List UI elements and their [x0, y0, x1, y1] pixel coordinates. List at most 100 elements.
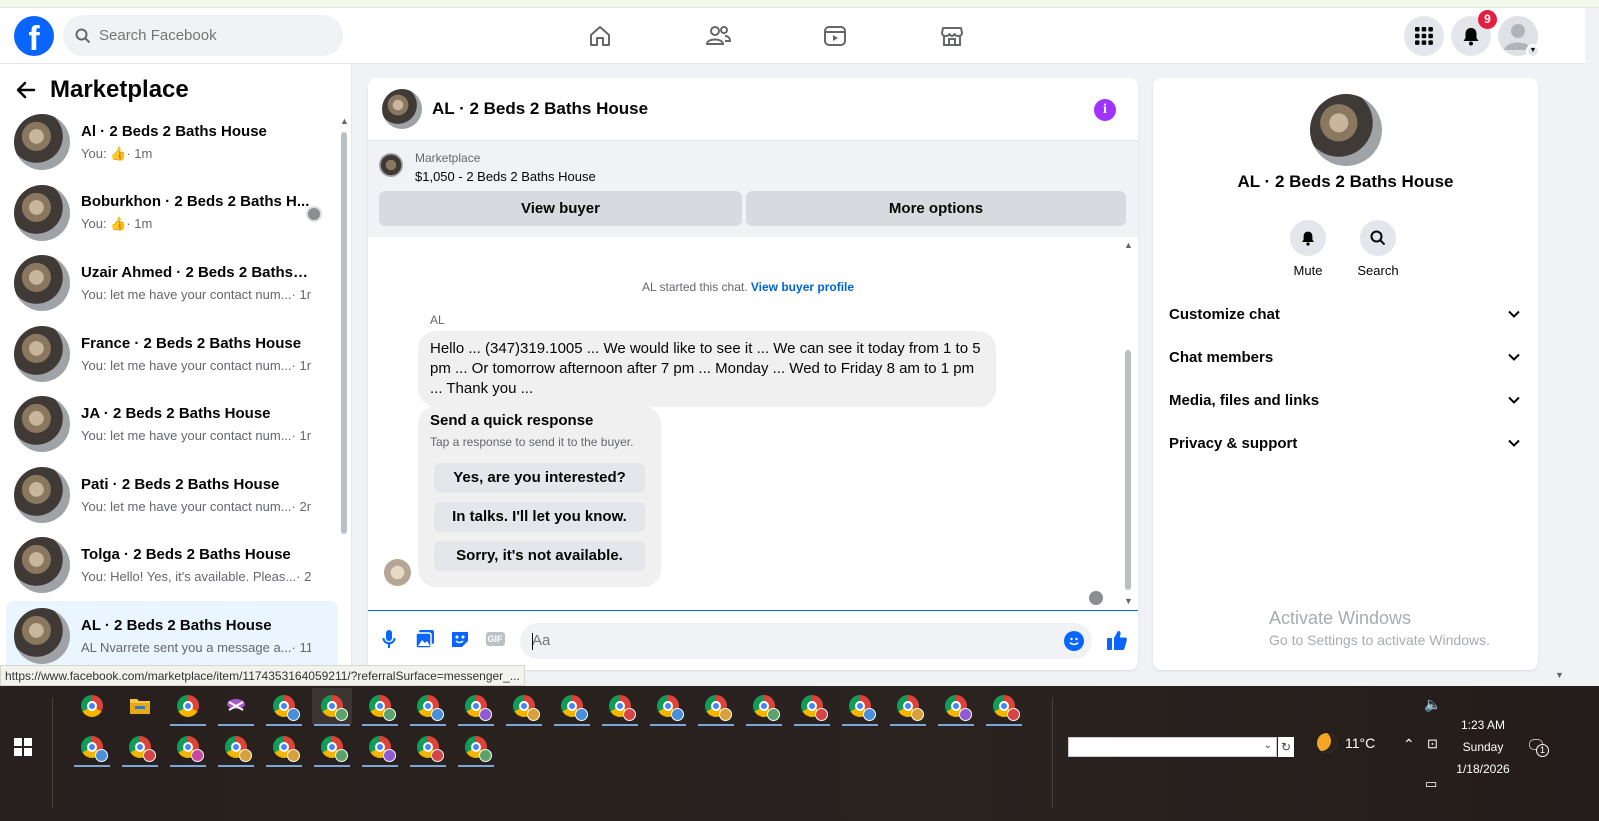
- chrome-app-icon[interactable]: [72, 688, 112, 724]
- listing-price-title[interactable]: $1,050 - 2 Beds 2 Baths House: [415, 169, 596, 184]
- accordion-chat-members[interactable]: Chat members: [1169, 342, 1521, 372]
- chrome-profile-icon[interactable]: [792, 688, 832, 726]
- chrome-profile-icon[interactable]: [888, 688, 928, 726]
- chrome-app-icon[interactable]: [168, 688, 208, 726]
- chrome-profile-icon[interactable]: [456, 688, 496, 726]
- monitor-icon[interactable]: ▭: [1425, 776, 1437, 792]
- back-arrow-icon[interactable]: [16, 80, 36, 100]
- quick-response-option[interactable]: Yes, are you interested?: [434, 463, 645, 493]
- conversation-item[interactable]: Boburkhon · 2 Beds 2 Baths H... You: 👍· …: [6, 178, 338, 249]
- chrome-profile-icon[interactable]: [408, 688, 448, 726]
- windows-start-icon[interactable]: [14, 738, 32, 756]
- taskbar-address-box[interactable]: ⌄: [1068, 737, 1277, 757]
- chrome-profile-icon[interactable]: [744, 688, 784, 726]
- chrome-profile-icon[interactable]: [264, 688, 304, 726]
- chrome-profile-icon[interactable]: [648, 688, 688, 726]
- chrome-profile-icon[interactable]: [360, 688, 400, 726]
- more-options-button[interactable]: More options: [746, 191, 1126, 226]
- friends-icon[interactable]: [700, 18, 736, 54]
- chrome-profile-icon[interactable]: [72, 729, 112, 767]
- marketplace-icon[interactable]: [934, 18, 970, 54]
- notification-center-icon[interactable]: 🗨1: [1526, 736, 1549, 757]
- search-box[interactable]: [63, 15, 343, 56]
- listing-thumbnail[interactable]: [379, 153, 403, 177]
- video-icon[interactable]: [817, 18, 853, 54]
- quick-response-option[interactable]: Sorry, it's not available.: [434, 541, 645, 571]
- chrome-profile-icon[interactable]: [168, 729, 208, 767]
- message-input-box[interactable]: [520, 623, 1092, 659]
- chrome-profile-icon-active[interactable]: [312, 688, 352, 726]
- accordion-privacy-support[interactable]: Privacy & support: [1169, 428, 1521, 458]
- facebook-logo[interactable]: f: [14, 16, 54, 56]
- chrome-profile-icon[interactable]: [408, 729, 448, 767]
- conversation-item[interactable]: JA · 2 Beds 2 Baths House You: let me ha…: [6, 389, 338, 460]
- chrome-profile-icon[interactable]: [456, 729, 496, 767]
- microphone-icon[interactable]: [378, 628, 400, 650]
- emoji-icon[interactable]: [1064, 631, 1084, 651]
- accordion-customize-chat[interactable]: Customize chat: [1169, 299, 1521, 329]
- file-explorer-icon[interactable]: [120, 688, 160, 724]
- marketplace-listing-banner: Marketplace $1,050 - 2 Beds 2 Baths Hous…: [368, 141, 1138, 237]
- chevron-down-icon: [1508, 396, 1520, 404]
- conversation-item[interactable]: France · 2 Beds 2 Baths House You: let m…: [6, 319, 338, 390]
- accordion-media-files-links[interactable]: Media, files and links: [1169, 385, 1521, 415]
- listing-thumbnail: [14, 537, 70, 594]
- conversation-item-active[interactable]: AL · 2 Beds 2 Baths House AL Nvarrete se…: [6, 600, 338, 671]
- chrome-profile-icon[interactable]: [312, 729, 352, 767]
- snipping-tool-icon[interactable]: [216, 688, 256, 726]
- thumbs-up-icon[interactable]: [1105, 628, 1129, 652]
- network-icon[interactable]: ⊡: [1427, 736, 1438, 752]
- conversation-item[interactable]: Uzair Ahmed · 2 Beds 2 Baths H... You: l…: [6, 248, 338, 319]
- chrome-profile-icon[interactable]: [264, 729, 304, 767]
- chrome-profile-icon[interactable]: [840, 688, 880, 726]
- conversation-item[interactable]: Pati · 2 Beds 2 Baths House You: let me …: [6, 460, 338, 531]
- search-conversation-button[interactable]: Search: [1343, 220, 1413, 278]
- conversation-time: · 1m: [291, 287, 311, 303]
- weather-widget[interactable]: 11°C: [1317, 733, 1375, 753]
- search-input[interactable]: [99, 27, 319, 44]
- chat-scrollbar[interactable]: [1125, 350, 1131, 590]
- scroll-up-arrow-icon[interactable]: ▲: [340, 116, 349, 126]
- chrome-profile-icon[interactable]: [360, 729, 400, 767]
- menu-grid-icon[interactable]: [1404, 16, 1444, 56]
- system-clock[interactable]: 1:23 AM Sunday 1/18/2026: [1440, 714, 1526, 780]
- home-icon[interactable]: [582, 18, 618, 54]
- conversation-item[interactable]: Al · 2 Beds 2 Baths House You: 👍· 1m: [6, 107, 338, 178]
- speaker-icon[interactable]: 🔈: [1424, 696, 1441, 713]
- chrome-profile-icon[interactable]: [984, 688, 1024, 726]
- chat-avatar-large[interactable]: [1310, 94, 1382, 166]
- chrome-profile-icon[interactable]: [696, 688, 736, 726]
- temperature: 11°C: [1345, 735, 1376, 751]
- refresh-icon[interactable]: ↻: [1278, 737, 1294, 757]
- view-buyer-profile-link[interactable]: View buyer profile: [751, 280, 854, 294]
- notifications-button[interactable]: 9: [1451, 10, 1497, 56]
- scroll-up-arrow-icon[interactable]: ▲: [1124, 240, 1133, 250]
- taskbar-divider: [1052, 698, 1053, 808]
- chrome-profile-icon[interactable]: [936, 688, 976, 726]
- windows-taskbar: ⌄ ↻ 11°C 🔈 ⌃ ⊡ ▭ 1:23 AM Sunday 1/18/202…: [0, 686, 1599, 821]
- scroll-down-arrow-icon[interactable]: ▼: [1555, 670, 1564, 680]
- info-icon[interactable]: i: [1094, 99, 1116, 121]
- chat-avatar[interactable]: [382, 89, 422, 129]
- photo-icon[interactable]: [414, 628, 436, 650]
- conversation-item[interactable]: Tolga · 2 Beds 2 Baths House You: Hello!…: [6, 530, 338, 601]
- chrome-profile-icon[interactable]: [552, 688, 592, 726]
- chevron-down-icon: [1508, 310, 1520, 318]
- chrome-profile-icon[interactable]: [504, 688, 544, 726]
- chrome-profile-icon[interactable]: [120, 729, 160, 767]
- chrome-profile-icon[interactable]: [216, 729, 256, 767]
- chevron-up-icon[interactable]: ⌃: [1403, 736, 1415, 753]
- chat-title[interactable]: AL · 2 Beds 2 Baths House: [432, 99, 648, 119]
- sidebar-scrollbar[interactable]: [341, 132, 347, 534]
- view-buyer-button[interactable]: View buyer: [379, 191, 742, 226]
- conversation-list: Al · 2 Beds 2 Baths House You: 👍· 1m Bob…: [6, 107, 338, 671]
- sticker-icon[interactable]: [449, 628, 471, 650]
- chrome-profile-icon[interactable]: [600, 688, 640, 726]
- gif-icon[interactable]: GIF: [484, 628, 506, 650]
- message-input[interactable]: [532, 632, 1012, 649]
- conversation-preview: You: let me have your contact num...: [81, 428, 292, 444]
- account-avatar[interactable]: ▼: [1498, 16, 1540, 58]
- mute-button[interactable]: Mute: [1273, 220, 1343, 278]
- quick-response-option[interactable]: In talks. I'll let you know.: [434, 502, 645, 532]
- scroll-down-arrow-icon[interactable]: ▼: [1124, 596, 1133, 606]
